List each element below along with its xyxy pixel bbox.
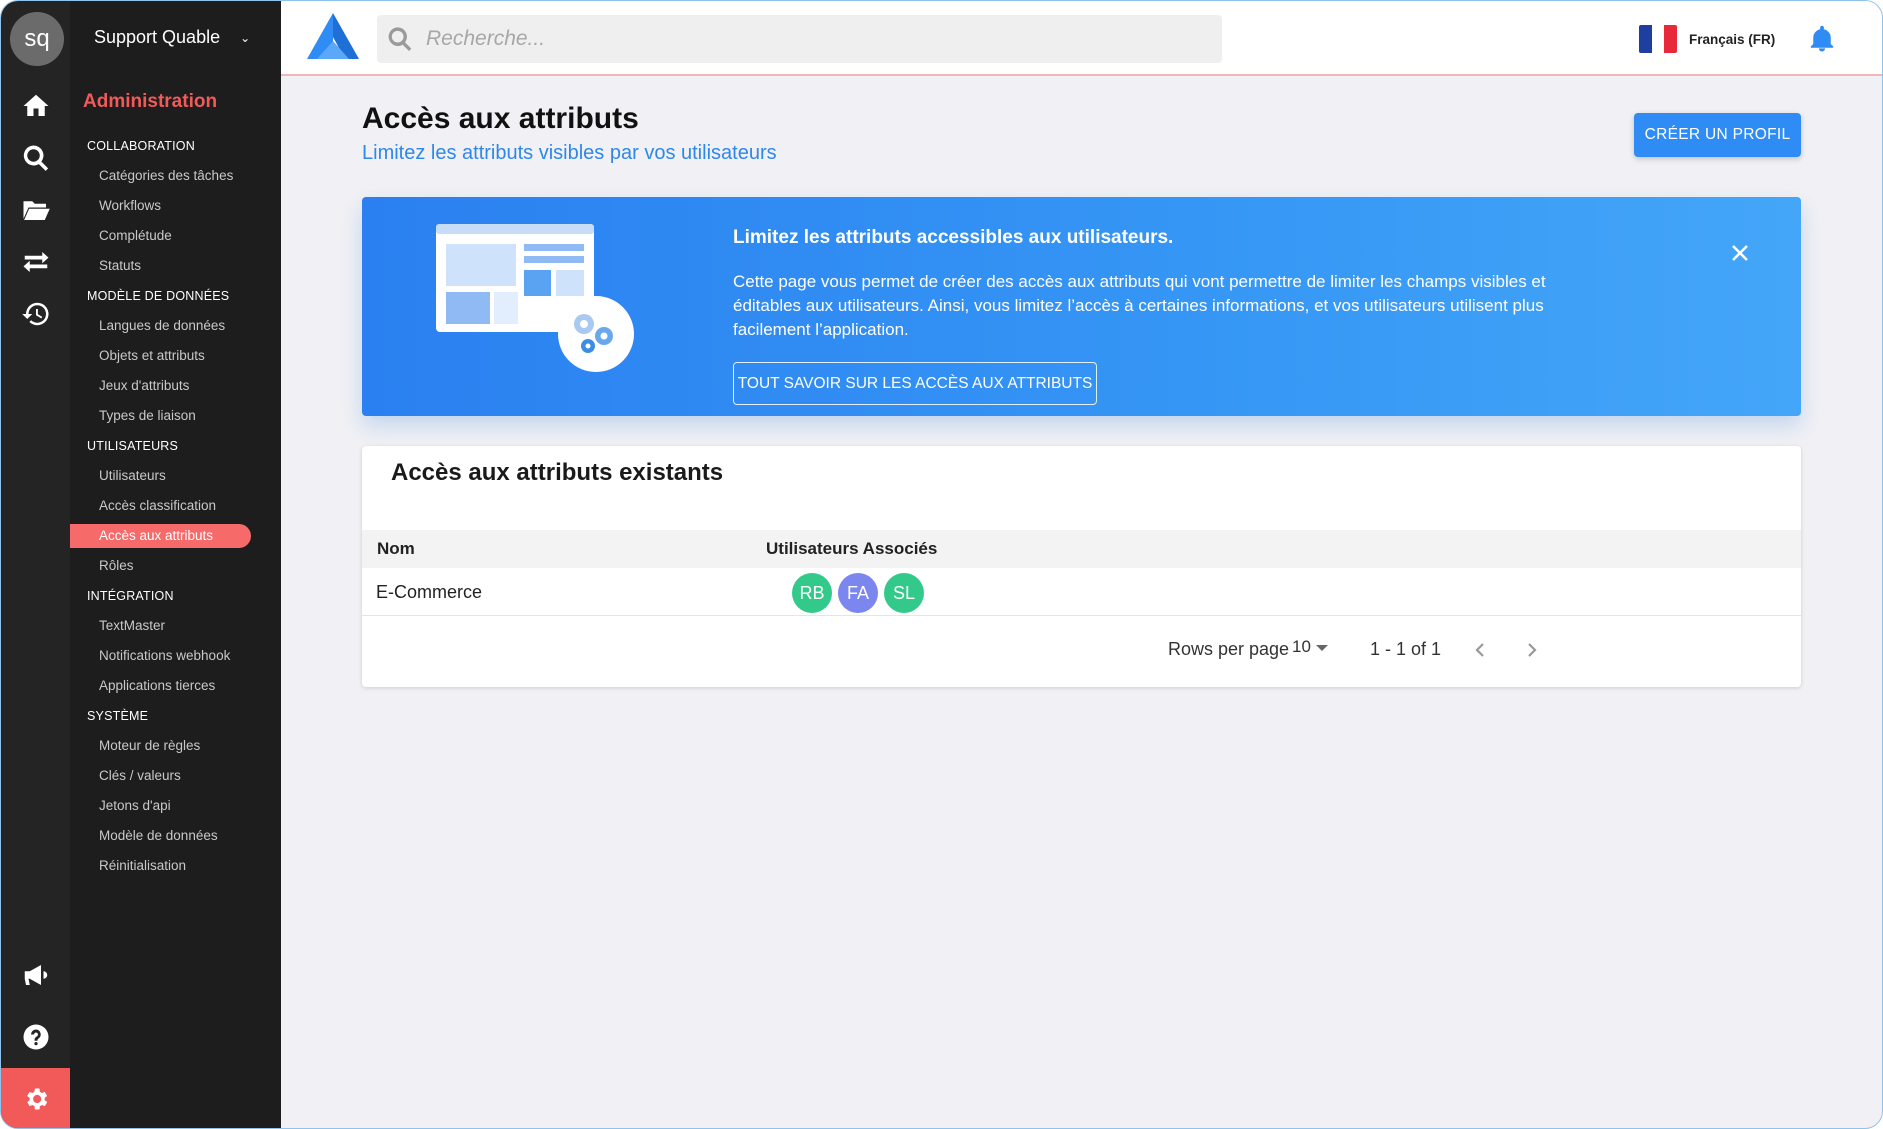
chevron-down-icon: ⌄	[240, 30, 251, 45]
card-title: Accès aux attributs existants	[391, 459, 724, 486]
menu-item-completeness[interactable]: Complétude	[70, 221, 294, 251]
language-label: Français (FR)	[1689, 31, 1776, 47]
pagination-range: 1 - 1 of 1	[1370, 639, 1442, 659]
create-profile-button[interactable]: CRÉER UN PROFIL	[1634, 113, 1801, 157]
menu-item-attribute-sets[interactable]: Jeux d'attributs	[70, 371, 294, 401]
page-subtitle: Limitez les attributs visibles par vos u…	[362, 142, 777, 164]
pagination: Rows per page 10 1 - 1 of 1	[362, 636, 1801, 666]
history-icon[interactable]	[1, 294, 70, 334]
menu-section-collaboration: COLLABORATION	[87, 139, 195, 153]
folder-icon[interactable]	[1, 190, 70, 230]
menu-item-task-categories[interactable]: Catégories des tâches	[70, 161, 294, 191]
search-bar[interactable]	[377, 15, 1222, 63]
column-header-name[interactable]: Nom	[377, 539, 415, 559]
menu-item-roles[interactable]: Rôles	[70, 551, 294, 581]
settings-icon[interactable]	[1, 1068, 70, 1128]
language-selector[interactable]: Français (FR)	[1639, 25, 1775, 53]
menu-item-attribute-access[interactable]: Accès aux attributs	[70, 524, 251, 548]
search-icon	[388, 27, 412, 52]
chevron-left-icon[interactable]	[1470, 640, 1490, 660]
menu-item-key-values[interactable]: Clés / valeurs	[70, 761, 294, 791]
french-flag-icon	[1639, 25, 1677, 53]
search-input[interactable]	[426, 27, 1186, 51]
icon-rail: sq	[1, 1, 70, 1128]
menu-item-textmaster[interactable]: TextMaster	[70, 611, 294, 641]
admin-section-title: Administration	[83, 91, 218, 112]
menu-item-users[interactable]: Utilisateurs	[70, 461, 294, 491]
associated-users: RB FA SL	[792, 573, 924, 613]
menu-item-rules-engine[interactable]: Moteur de règles	[70, 731, 294, 761]
caret-down-icon[interactable]	[1316, 645, 1328, 651]
notifications-bell-icon[interactable]	[1807, 23, 1837, 55]
help-icon[interactable]	[1, 1017, 70, 1057]
avatar[interactable]: RB	[792, 573, 832, 613]
menu-item-classification-access[interactable]: Accès classification	[70, 491, 294, 521]
banner-title: Limitez les attributs accessibles aux ut…	[733, 227, 1174, 248]
menu-item-data-languages[interactable]: Langues de données	[70, 311, 294, 341]
menu-item-objects-attributes[interactable]: Objets et attributs	[70, 341, 294, 371]
row-name: E-Commerce	[376, 582, 483, 602]
menu-item-third-party-apps[interactable]: Applications tierces	[70, 671, 294, 701]
banner-text: Cette page vous permet de créer des accè…	[733, 272, 1546, 339]
menu-section-users: UTILISATEURS	[87, 439, 179, 453]
avatar[interactable]: FA	[838, 573, 878, 613]
rows-per-page-label: Rows per page	[1168, 639, 1290, 659]
account-switcher[interactable]: Support Quable ⌄	[94, 27, 250, 48]
admin-menu: COLLABORATION Catégories des tâches Work…	[70, 131, 281, 881]
menu-section-data-model: MODÈLE DE DONNÉES	[87, 289, 230, 303]
existing-access-card: Accès aux attributs existants Nom Utilis…	[362, 446, 1801, 687]
column-header-users: Utilisateurs Associés	[766, 539, 938, 558]
avatar[interactable]: SL	[884, 573, 924, 613]
top-bar: Français (FR)	[281, 1, 1882, 76]
table-row[interactable]: E-Commerce RB FA SL	[362, 568, 1801, 616]
home-icon[interactable]	[1, 86, 70, 126]
admin-sidebar: Support Quable ⌄ Administration COLLABOR…	[70, 1, 281, 1128]
page-title: Accès aux attributs	[362, 102, 639, 135]
account-name: Support Quable	[94, 27, 221, 47]
menu-item-link-types[interactable]: Types de liaison	[70, 401, 294, 431]
menu-item-webhook-notifications[interactable]: Notifications webhook	[70, 641, 294, 671]
close-icon[interactable]	[1728, 241, 1752, 265]
table-header: Nom Utilisateurs Associés	[362, 530, 1801, 568]
menu-item-data-model[interactable]: Modèle de données	[70, 821, 294, 851]
app-window: sq Support Quable ⌄ Administration COLLA…	[0, 0, 1883, 1129]
menu-item-reset[interactable]: Réinitialisation	[70, 851, 294, 881]
learn-more-button[interactable]: TOUT SAVOIR SUR LES ACCÈS AUX ATTRIBUTS	[733, 362, 1097, 405]
account-avatar[interactable]: sq	[10, 12, 64, 66]
rows-per-page-select[interactable]: 10	[1292, 637, 1311, 657]
menu-item-api-tokens[interactable]: Jetons d'api	[70, 791, 294, 821]
browser-settings-illustration-icon	[436, 224, 636, 384]
menu-item-statuses[interactable]: Statuts	[70, 251, 294, 281]
menu-section-integration: INTÉGRATION	[87, 589, 174, 603]
info-banner: Limitez les attributs accessibles aux ut…	[362, 197, 1801, 416]
transfer-icon[interactable]	[1, 242, 70, 282]
menu-item-workflows[interactable]: Workflows	[70, 191, 294, 221]
chevron-right-icon[interactable]	[1522, 640, 1542, 660]
search-icon[interactable]	[1, 138, 70, 178]
quable-logo-icon[interactable]	[303, 11, 363, 63]
menu-section-system: SYSTÈME	[87, 709, 149, 723]
megaphone-icon[interactable]	[1, 955, 70, 995]
